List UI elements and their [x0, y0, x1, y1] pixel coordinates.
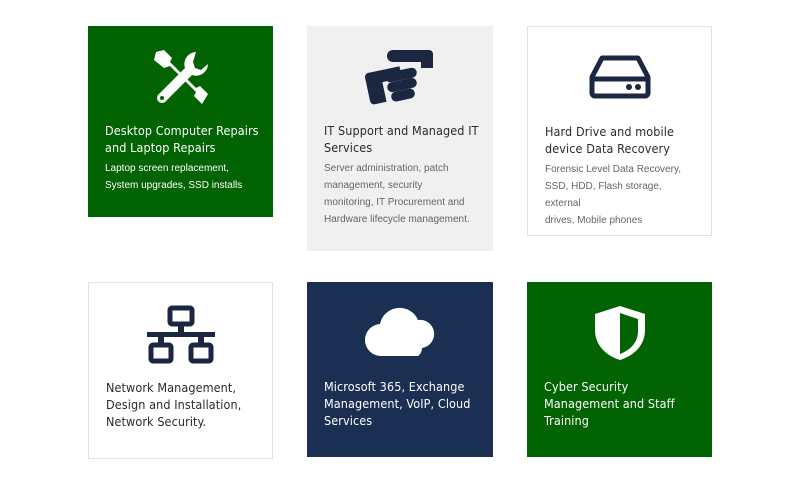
service-card-desktop-repairs[interactable]: Desktop Computer Repairs and Laptop Repa… [88, 26, 273, 217]
service-card-microsoft-365[interactable]: Microsoft 365, Exchange Management, VoIP… [307, 282, 493, 457]
network-icon [147, 305, 215, 364]
service-card-cyber-security[interactable]: Cyber Security Management and Staff Trai… [527, 282, 712, 457]
service-card-network[interactable]: Network Management, Design and Installat… [88, 282, 273, 459]
card-description: Forensic Level Data Recovery, SSD, HDD, … [545, 164, 681, 226]
card-title: Network Management, Design and Installat… [106, 380, 242, 429]
cloud-icon [364, 307, 435, 357]
card-title: IT Support and Managed IT Services [324, 123, 479, 155]
card-title: Hard Drive and mobile device Data Recove… [545, 124, 674, 156]
tools-icon [154, 50, 208, 104]
card-title: Microsoft 365, Exchange Management, VoIP… [324, 379, 471, 428]
card-description: Laptop screen replacement, System upgrad… [105, 163, 243, 191]
card-title: Desktop Computer Repairs and Laptop Repa… [105, 123, 259, 155]
hard-drive-icon [589, 55, 651, 99]
service-card-data-recovery[interactable]: Hard Drive and mobile device Data Recove… [527, 26, 712, 236]
card-description: Server administration, patch management,… [324, 163, 470, 225]
service-card-it-support[interactable]: IT Support and Managed IT Services Serve… [307, 26, 493, 251]
shield-icon [595, 306, 645, 360]
handshake-icon [365, 50, 433, 105]
card-title: Cyber Security Management and Staff Trai… [544, 379, 675, 428]
